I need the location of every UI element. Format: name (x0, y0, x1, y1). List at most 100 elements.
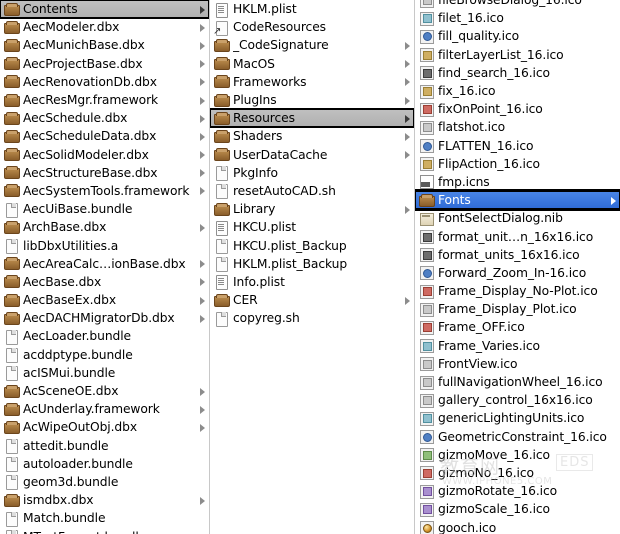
file-row[interactable]: autoloader.bundle (0, 455, 209, 473)
file-row[interactable]: gizmoNo_16.ico (415, 464, 620, 482)
file-row[interactable]: Info.plist (210, 273, 414, 291)
chevron-right-icon[interactable] (197, 132, 206, 141)
chevron-right-icon[interactable] (402, 132, 411, 141)
file-column-2[interactable]: HKLM.plist CodeResources _CodeSignature Mac… (210, 0, 415, 534)
file-row[interactable]: filet_16.ico (415, 9, 620, 27)
file-row[interactable]: AecMunichBase.dbx (0, 36, 209, 54)
file-row[interactable]: _CodeSignature (210, 36, 414, 54)
file-row[interactable]: Fonts (415, 189, 620, 212)
file-row[interactable]: acISMui.bundle (0, 364, 209, 382)
file-row[interactable]: Match.bundle (0, 509, 209, 527)
file-row[interactable]: copyreg.sh (210, 309, 414, 327)
file-row[interactable]: ArchBase.dbx (0, 218, 209, 236)
file-row[interactable]: AecSchedule.dbx (0, 109, 209, 127)
chevron-right-icon[interactable] (197, 5, 206, 14)
file-row[interactable]: MacOS (210, 55, 414, 73)
file-row[interactable]: Frameworks (210, 73, 414, 91)
file-row[interactable]: libDbxUtilities.a (0, 236, 209, 255)
file-row[interactable]: AecLoader.bundle (0, 327, 209, 345)
file-row[interactable]: AecBase.dbx (0, 273, 209, 291)
chevron-right-icon[interactable] (608, 196, 617, 205)
file-row[interactable]: find_search_16.ico (415, 64, 620, 82)
file-row[interactable]: AecScheduleData.dbx (0, 127, 209, 145)
file-row[interactable]: AecModeler.dbx (0, 18, 209, 36)
chevron-right-icon[interactable] (197, 23, 206, 32)
file-row[interactable]: fileBrowseDialog_16.ico (415, 0, 620, 9)
file-row[interactable]: ismdbx.dbx (0, 491, 209, 509)
file-row[interactable]: filterLayerList_16.ico (415, 46, 620, 64)
file-row[interactable]: FrontView.ico (415, 355, 620, 373)
chevron-right-icon[interactable] (197, 114, 206, 123)
chevron-right-icon[interactable] (197, 223, 206, 232)
file-row[interactable]: gallery_control_16x16.ico (415, 391, 620, 409)
file-column-3[interactable]: fileBrowseDialog_16.ico filet_16.ico fill_… (415, 0, 620, 534)
file-row[interactable]: Frame_OFF.ico (415, 318, 620, 336)
file-row[interactable]: FlipAction_16.ico (415, 155, 620, 173)
file-row[interactable]: FLATTEN_16.ico (415, 137, 620, 155)
file-row[interactable]: AecUiBase.bundle (0, 200, 209, 218)
file-row[interactable]: AecBaseEx.dbx (0, 291, 209, 309)
chevron-right-icon[interactable] (197, 423, 206, 432)
chevron-right-icon[interactable] (197, 405, 206, 414)
chevron-right-icon[interactable] (402, 59, 411, 69)
file-row[interactable]: AecProjectBase.dbx (0, 55, 209, 73)
file-row[interactable]: AecRenovationDb.dbx (0, 73, 209, 91)
file-row[interactable]: UserDataCache (210, 146, 414, 164)
file-row[interactable]: fmp.icns (415, 173, 620, 191)
file-row[interactable]: gizmoScale_16.ico (415, 500, 620, 518)
file-row[interactable]: fixOnPoint_16.ico (415, 100, 620, 118)
file-row[interactable]: MTextFormat.bundle (0, 527, 209, 534)
chevron-right-icon[interactable] (197, 41, 206, 50)
chevron-right-icon[interactable] (197, 496, 206, 505)
file-row[interactable]: fill_quality.ico (415, 27, 620, 45)
file-row[interactable]: AecDACHMigratorDb.dbx (0, 309, 209, 327)
file-row[interactable]: flatshot.ico (415, 118, 620, 136)
file-row[interactable]: AcSceneOE.dbx (0, 382, 209, 400)
file-row[interactable]: acddptype.bundle (0, 346, 209, 364)
chevron-right-icon[interactable] (197, 259, 206, 269)
chevron-right-icon[interactable] (197, 314, 206, 323)
file-row[interactable]: format_unit…n_16x16.ico (415, 227, 620, 245)
file-row[interactable]: Frame_Display_No-Plot.ico (415, 282, 620, 300)
chevron-right-icon[interactable] (197, 277, 206, 287)
chevron-right-icon[interactable] (402, 205, 411, 214)
file-row[interactable]: Contents (0, 0, 209, 20)
file-row[interactable]: format_units_16x16.ico (415, 246, 620, 264)
file-row[interactable]: resetAutoCAD.sh (210, 182, 414, 200)
file-row[interactable]: Library (210, 200, 414, 218)
chevron-right-icon[interactable] (197, 77, 206, 87)
chevron-right-icon[interactable] (197, 96, 206, 105)
file-row[interactable]: AecSystemTools.framework (0, 182, 209, 200)
file-row[interactable]: GeometricConstraint_16.ico (415, 428, 620, 446)
file-row[interactable]: HKCU.plist_Backup (210, 236, 414, 255)
chevron-right-icon[interactable] (402, 296, 411, 305)
file-row[interactable]: AecSolidModeler.dbx (0, 146, 209, 164)
chevron-right-icon[interactable] (402, 96, 411, 105)
file-row[interactable]: Shaders (210, 127, 414, 145)
file-row[interactable]: gizmoMove_16.ico (415, 446, 620, 464)
chevron-right-icon[interactable] (197, 296, 206, 305)
file-row[interactable]: fix_16.ico (415, 82, 620, 100)
file-row[interactable]: fullNavigationWheel_16.ico (415, 373, 620, 391)
file-row[interactable]: attedit.bundle (0, 437, 209, 455)
file-row[interactable]: Frame_Display_Plot.ico (415, 300, 620, 318)
chevron-right-icon[interactable] (197, 186, 206, 196)
file-row[interactable]: AcUnderlay.framework (0, 400, 209, 418)
file-row[interactable]: CodeResources (210, 18, 414, 37)
file-row[interactable]: CER (210, 291, 414, 309)
file-row[interactable]: geom3d.bundle (0, 473, 209, 491)
chevron-right-icon[interactable] (402, 41, 411, 50)
file-row[interactable]: Resources (210, 108, 414, 129)
file-row[interactable]: AecResMgr.framework (0, 91, 209, 109)
file-row[interactable]: AecStructureBase.dbx (0, 164, 209, 182)
file-row[interactable]: AcWipeOutObj.dbx (0, 418, 209, 436)
chevron-right-icon[interactable] (402, 114, 411, 123)
file-row[interactable]: Frame_Varies.ico (415, 337, 620, 355)
file-row[interactable]: HKLM.plist_Backup (210, 255, 414, 273)
file-row[interactable]: HKLM.plist (210, 0, 414, 18)
file-row[interactable]: PkgInfo (210, 164, 414, 182)
file-row[interactable]: gizmoRotate_16.ico (415, 482, 620, 500)
file-row[interactable]: AecAreaCalc…ionBase.dbx (0, 255, 209, 273)
chevron-right-icon[interactable] (197, 59, 206, 69)
chevron-right-icon[interactable] (197, 150, 206, 160)
